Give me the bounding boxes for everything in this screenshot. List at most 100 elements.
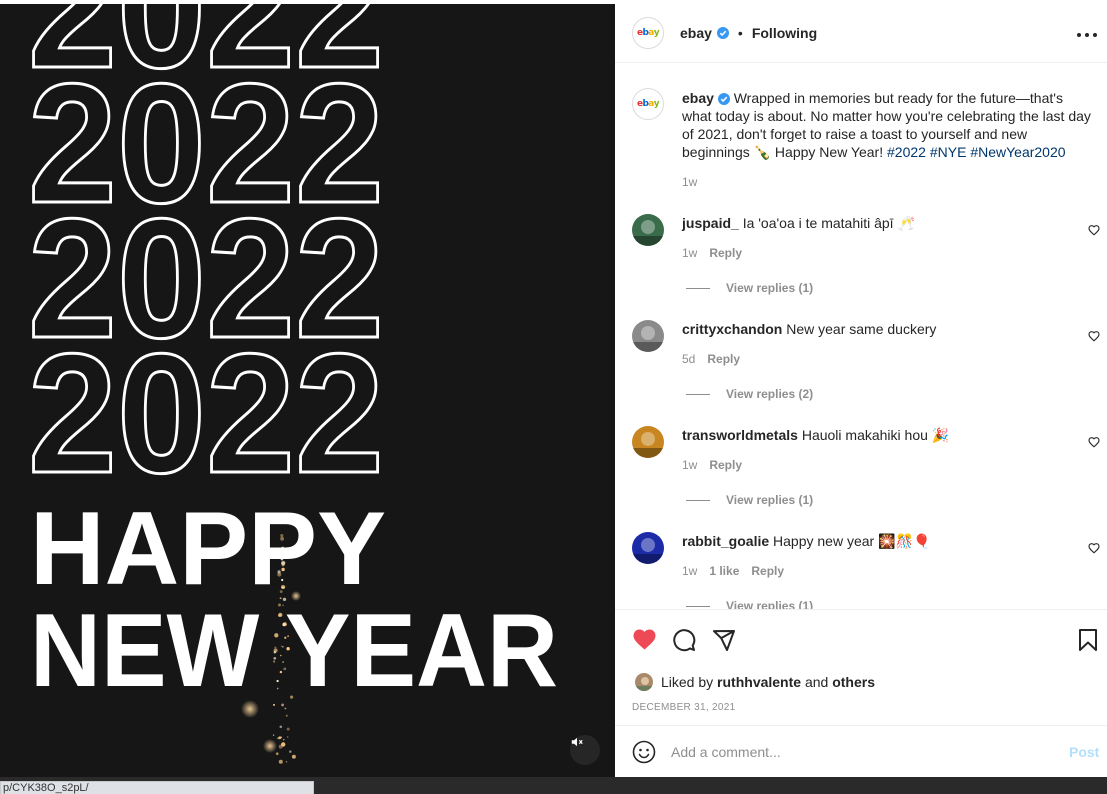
comment-text: Happy new year 🎇🎊🎈 [773,533,931,549]
mute-toggle-button[interactable] [570,735,600,765]
commenter-username[interactable]: rabbit_goalie [682,533,769,549]
comment-reply-button[interactable]: Reply [751,564,784,578]
logo-y: y [653,28,660,38]
replies-divider-line [686,393,710,395]
more-dot [1077,33,1081,37]
post-media[interactable]: 2022 2022 2022 2022 HAPPY NEW YEAR [0,4,615,777]
view-replies-button[interactable]: View replies (1) [686,493,813,507]
comment-meta: 5d Reply [682,352,740,366]
logo-y: y [653,99,660,109]
emoji-smiley-icon[interactable] [632,740,656,764]
comment-meta: 1w 1 like Reply [682,564,784,578]
comment-time[interactable]: 1w [682,458,697,472]
post-comment-button[interactable]: Post [1069,744,1099,760]
firework-spark [285,714,288,717]
comment-text: Ia 'oa'oa i te matahiti âpī 🥂 [742,215,915,231]
firework-spark [289,750,292,753]
liked-by-others[interactable]: others [832,674,875,690]
share-paper-plane-icon[interactable] [712,628,736,652]
caption-avatar[interactable]: ebay [632,88,664,120]
comment-time[interactable]: 5d [682,352,695,366]
commenter-avatar[interactable] [632,532,664,564]
liked-by-user[interactable]: ruthhvalente [717,674,801,690]
commenter-avatar[interactable] [632,214,664,246]
commenter-username[interactable]: crittyxchandon [682,321,782,337]
year-outline-text: 2022 [28,319,384,509]
headline-text: HAPPY [30,491,386,607]
comments-list[interactable]: ebay ebay Wrapped in memories but ready … [615,64,1107,609]
view-replies-button[interactable]: View replies (1) [686,281,813,295]
commenter-username[interactable]: transworldmetals [682,427,798,443]
view-replies-label: View replies (1) [726,599,814,609]
headline-text: NEW YEAR [30,593,558,709]
comment-like-heart-icon[interactable] [1088,542,1100,554]
commenter-avatar-image [632,532,664,564]
speaker-muted-icon [571,737,583,747]
view-replies-button[interactable]: View replies (2) [686,387,813,401]
firework-spark [285,760,288,763]
liked-by-and: and [804,674,829,690]
comment-meta: 1w Reply [682,458,742,472]
replies-divider-line [686,605,710,607]
more-dot [1093,33,1097,37]
post-media-artwork: 2022202220222022 HAPPYNEW YEAR [27,4,558,764]
hashtag-nye[interactable]: #NYE [930,144,967,160]
firework-spark [277,737,279,740]
post-side-panel: ebay ebay • Following ebay ebay Wrapped … [615,4,1107,777]
hashtag-newyear2020[interactable]: #NewYear2020 [970,144,1065,160]
author-username[interactable]: ebay [680,25,712,41]
replies-divider-line [686,499,710,501]
liked-by-row: Liked by ruthhvalente and others [634,672,875,692]
firework-glow [263,739,277,753]
liked-by-label: Liked by ruthhvalente and others [661,674,875,690]
hashtag-2022[interactable]: #2022 [887,144,926,160]
commenter-avatar[interactable] [632,320,664,352]
following-button[interactable]: Following [752,25,817,41]
firework-spark [283,738,285,741]
comment-likes[interactable]: 1 like [709,564,739,578]
firework-spark [275,752,279,755]
commenter-avatar-image [632,320,664,352]
comment-time[interactable]: 1w [682,246,697,260]
post-date[interactable]: DECEMBER 31, 2021 [632,702,735,713]
comment-time[interactable]: 1w [682,564,697,578]
firework-spark [291,754,296,759]
commenter-avatar[interactable] [632,426,664,458]
firework-spark [286,727,290,731]
firework-spark [279,725,283,729]
comment-reply-button[interactable]: Reply [707,352,740,366]
comment-like-heart-icon[interactable] [1088,224,1100,236]
instagram-post-modal: 2022 2022 2022 2022 HAPPY NEW YEAR ebay ebay [0,0,1107,794]
verified-badge-icon [717,93,730,105]
firework-spark [287,736,289,738]
status-bar-url: p/CYK38O_s2pL/ [0,781,314,794]
verified-badge-icon [716,27,729,39]
caption-timestamp[interactable]: 1w [682,175,697,189]
comment-bubble-icon[interactable] [672,628,696,652]
author-avatar[interactable]: ebay [632,17,664,49]
liked-by-prefix: Liked by [661,674,714,690]
comment-body: crittyxchandon New year same duckery [682,320,1072,338]
view-replies-label: View replies (1) [726,281,814,295]
firework-spark [278,759,283,764]
view-replies-label: View replies (1) [726,493,814,507]
add-comment-input[interactable] [671,742,1051,762]
view-replies-button[interactable]: View replies (1) [686,599,813,609]
comment-like-heart-icon[interactable] [1088,330,1100,342]
comment-meta: 1w Reply [682,246,742,260]
commenter-username[interactable]: juspaid_ [682,215,739,231]
comment-reply-button[interactable]: Reply [709,458,742,472]
more-options-icon[interactable] [1077,30,1097,40]
liker-avatar[interactable] [634,672,654,692]
save-bookmark-icon[interactable] [1078,628,1098,652]
replies-divider-line [686,287,710,289]
liker-avatar-image [635,673,653,691]
caption-username[interactable]: ebay [682,90,714,106]
commenter-avatar-image [632,426,664,458]
comment-like-heart-icon[interactable] [1088,436,1100,448]
post-caption: ebay Wrapped in memories but ready for t… [682,89,1092,161]
header-user-row: ebay • Following [680,25,817,41]
like-heart-icon[interactable] [632,628,657,650]
comment-reply-button[interactable]: Reply [709,246,742,260]
post-actions-section: Liked by ruthhvalente and others DECEMBE… [615,609,1107,777]
